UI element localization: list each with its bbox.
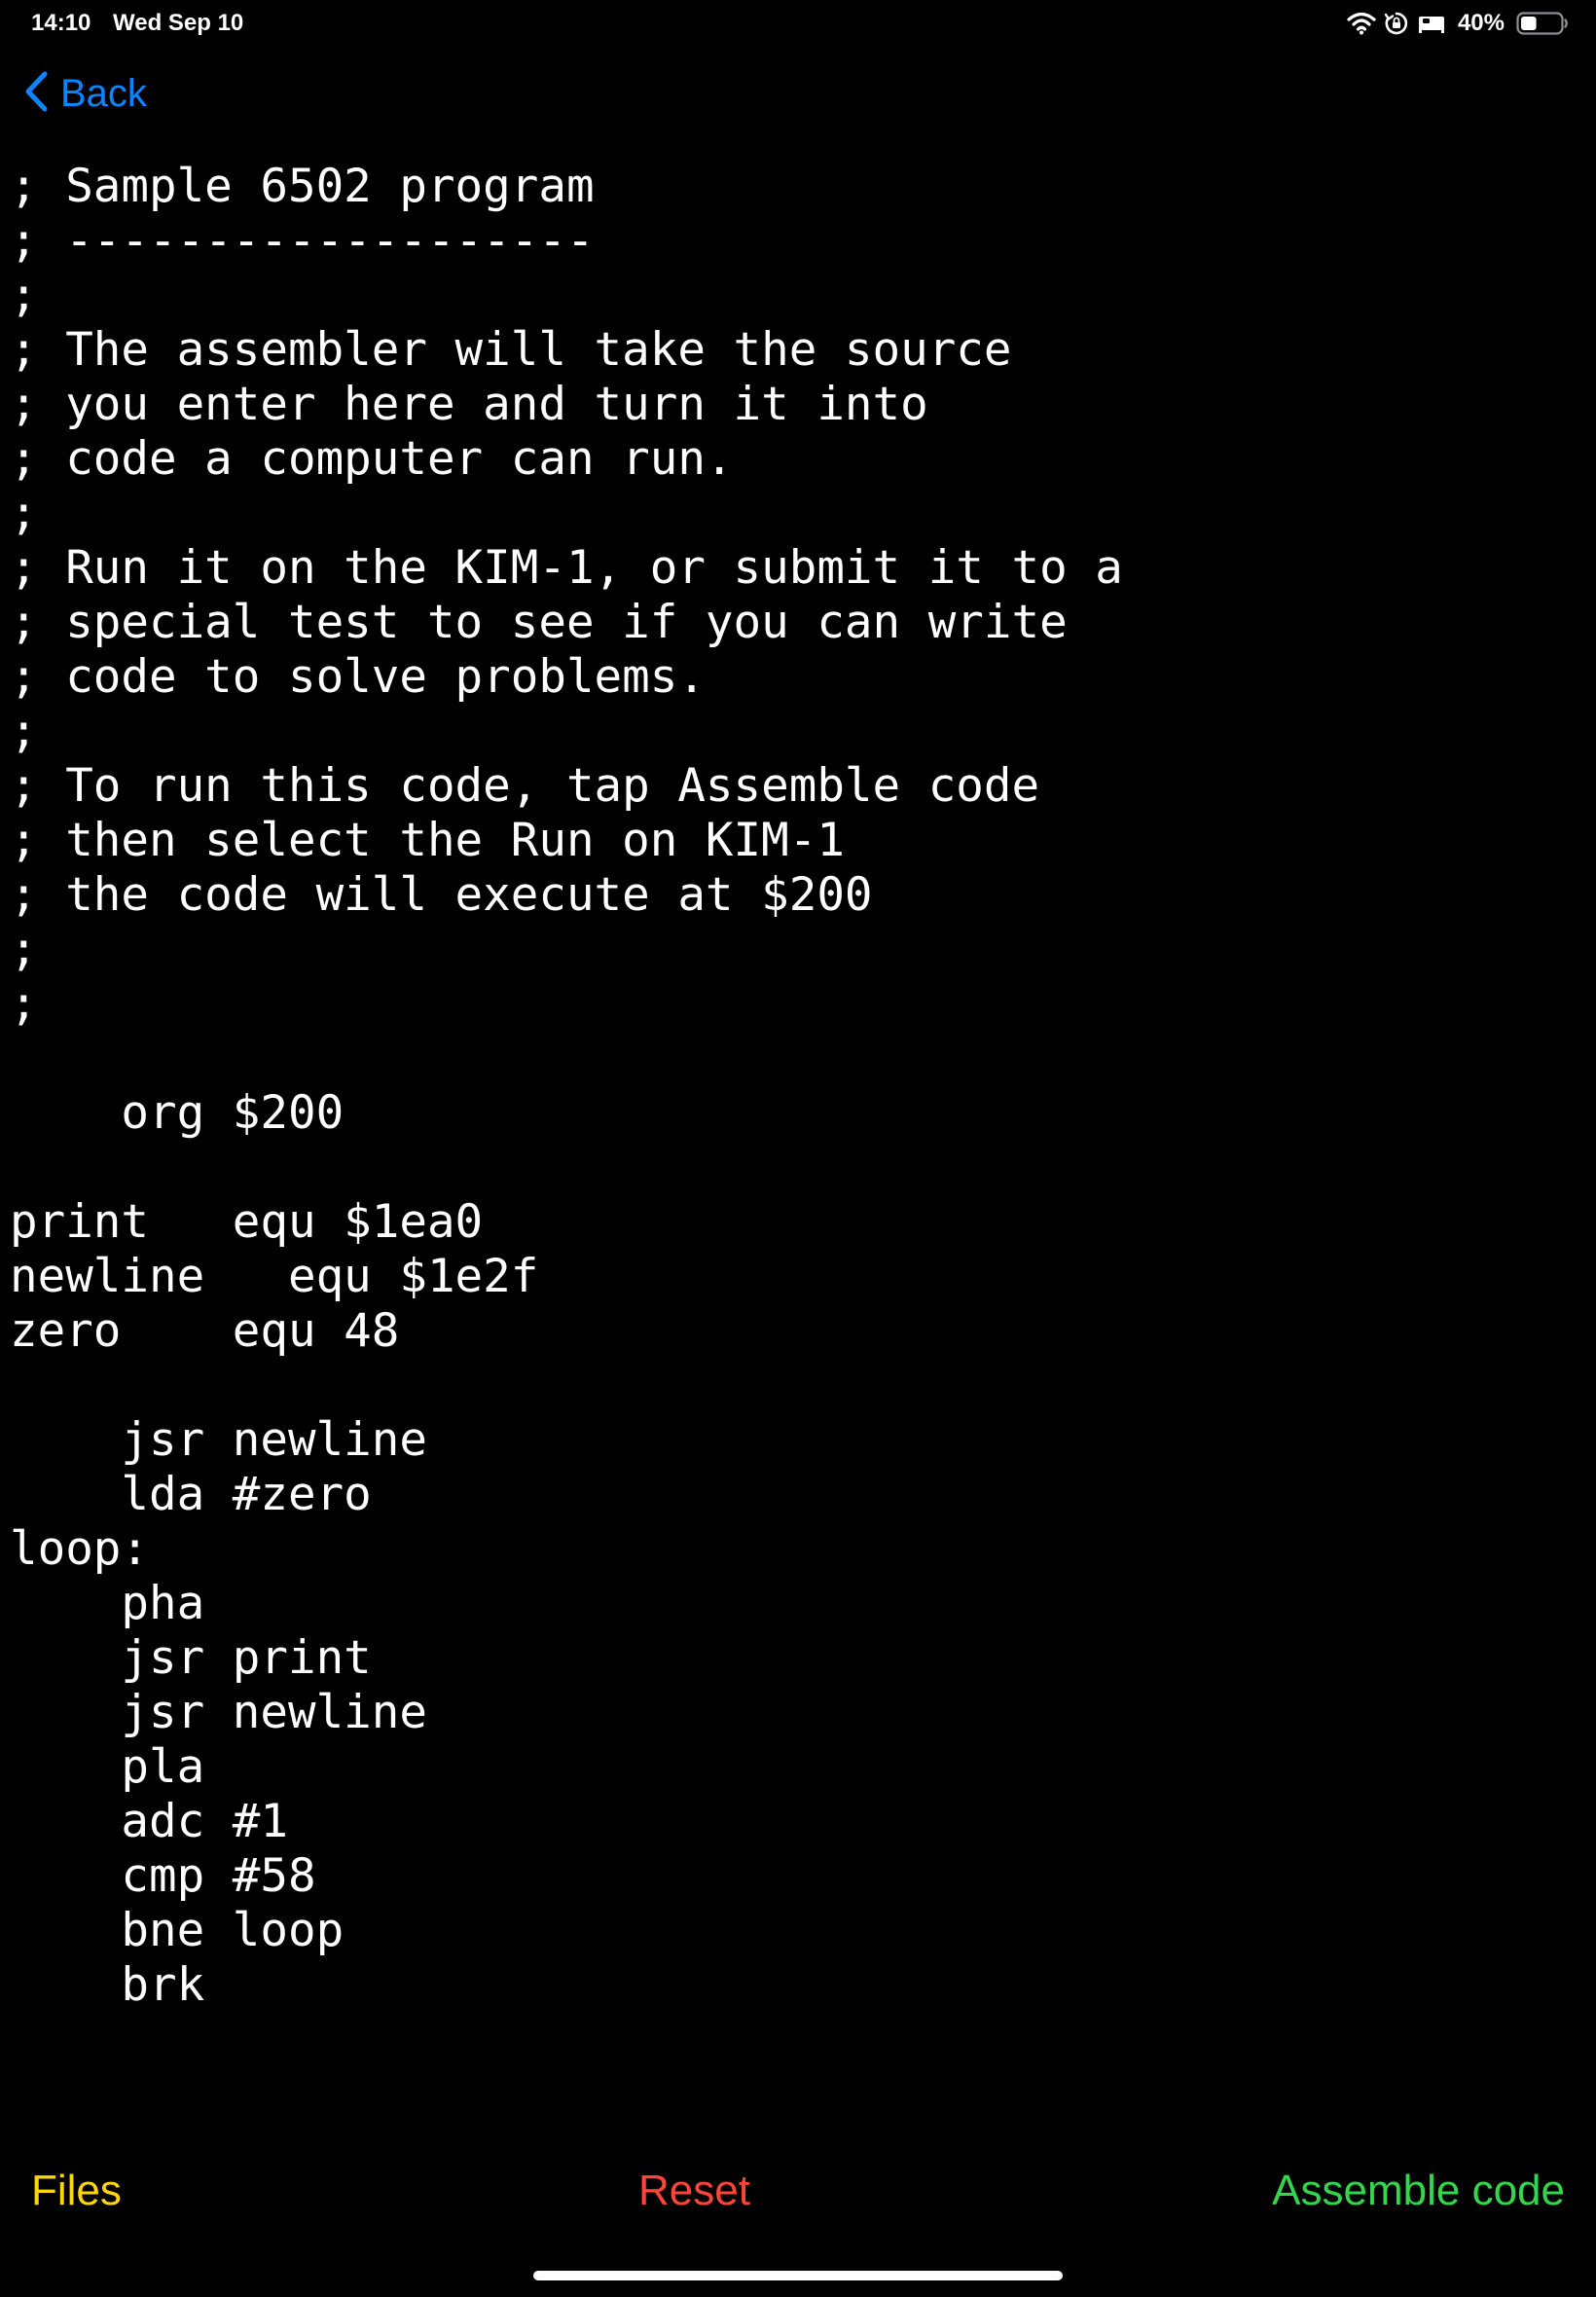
battery-fill [1521, 17, 1537, 30]
assemble-code-button[interactable]: Assemble code [1272, 2167, 1565, 2215]
reset-button[interactable]: Reset [638, 2167, 750, 2215]
back-button[interactable]: Back [23, 66, 147, 121]
orientation-lock-icon [1384, 11, 1409, 36]
status-date: Wed Sep 10 [113, 10, 244, 36]
bottom-toolbar: Files Reset Assemble code [0, 2151, 1596, 2233]
sleep-focus-icon [1417, 13, 1446, 34]
status-time: 14:10 [31, 10, 91, 36]
status-icons: 40% [1347, 8, 1569, 39]
code-editor[interactable]: ; Sample 6502 program ; ----------------… [10, 160, 1586, 2028]
wifi-icon [1347, 12, 1376, 35]
files-button[interactable]: Files [31, 2167, 122, 2215]
status-bar: 14:10 Wed Sep 10 40% [0, 0, 1596, 47]
back-button-label: Back [60, 71, 147, 115]
battery-icon [1516, 11, 1569, 36]
home-indicator[interactable] [533, 2271, 1063, 2280]
battery-percent: 40% [1457, 10, 1505, 36]
chevron-left-icon [23, 70, 49, 118]
